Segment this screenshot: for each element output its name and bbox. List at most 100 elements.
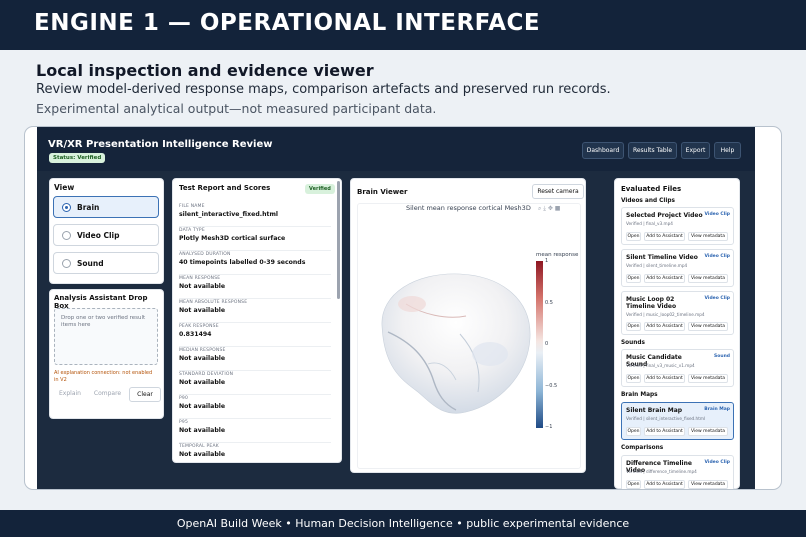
file-name: Silent Timeline Video: [626, 254, 698, 261]
add-to-assistant-button[interactable]: Add to Assistant: [644, 480, 685, 489]
colorbar-tick: −0.5: [545, 383, 558, 389]
file-card[interactable]: Silent Timeline Video Video Clip Verifie…: [621, 249, 734, 287]
response-hotspot: [398, 296, 426, 312]
metric-p95: P95 Not available: [179, 419, 331, 443]
add-to-assistant-button[interactable]: Add to Assistant: [644, 374, 685, 383]
view-option-sound[interactable]: Sound: [53, 252, 159, 274]
explain-button[interactable]: Explain: [54, 387, 86, 402]
assistant-drop-box: Analysis Assistant Drop Box Drop one or …: [49, 289, 164, 419]
metric-label: P90: [179, 396, 189, 401]
drop-zone[interactable]: Drop one or two verified result items he…: [54, 308, 158, 365]
compare-button[interactable]: Compare: [90, 387, 125, 402]
reset-camera-button[interactable]: Reset camera: [532, 184, 584, 199]
test-report-panel: Test Report and Scores Verified FILE NAM…: [172, 178, 342, 463]
view-option-video-clip[interactable]: Video Clip: [53, 224, 159, 246]
file-meta: Verified | final_v3_music_v1.mp4: [626, 363, 695, 368]
open-button[interactable]: Open: [626, 480, 641, 489]
view-option-brain[interactable]: Brain: [53, 196, 159, 218]
open-button[interactable]: Open: [626, 322, 641, 331]
file-meta: Verified | silent_timeline.mp4: [626, 263, 688, 268]
brain-viewer-panel: Brain Viewer Reset camera Silent mean re…: [350, 178, 586, 473]
view-metadata-button[interactable]: View metadata: [688, 374, 728, 383]
section-label: Brain Maps: [621, 392, 658, 398]
colorbar-tick: 1: [545, 258, 549, 264]
radio-icon: [62, 231, 71, 240]
view-metadata-button[interactable]: View metadata: [688, 480, 728, 489]
view-panel: View Brain Video Clip Sound: [49, 178, 164, 284]
view-metadata-button[interactable]: View metadata: [688, 427, 728, 436]
colorbar-tick: 0: [545, 341, 549, 347]
app-title: VR/XR Presentation Intelligence Review: [48, 139, 273, 150]
clear-button[interactable]: Clear: [129, 387, 161, 402]
metric-value: Not available: [179, 427, 226, 434]
file-meta: Verified | silent_interactive_fixed.html: [626, 416, 706, 421]
brain-plot[interactable]: Silent mean response cortical Mesh3D ⌕ ⤓…: [357, 203, 581, 469]
dashboard-button[interactable]: Dashboard: [582, 142, 624, 159]
plot-toolbar-icons[interactable]: ⌕ ⤓ ✥ ■: [538, 205, 560, 213]
open-button[interactable]: Open: [626, 232, 641, 241]
export-button[interactable]: Export: [681, 142, 710, 159]
radio-icon: [62, 259, 71, 268]
add-to-assistant-button[interactable]: Add to Assistant: [644, 274, 685, 283]
file-card[interactable]: Music Loop 02 Timeline Video Video Clip …: [621, 291, 734, 335]
view-metadata-button[interactable]: View metadata: [688, 322, 728, 331]
metric-value: silent_interactive_fixed.html: [179, 211, 279, 218]
metric-median-response: MEDIAN RESPONSE Not available: [179, 347, 331, 371]
intro-title: Local inspection and evidence viewer: [36, 61, 374, 80]
open-button[interactable]: Open: [626, 427, 641, 436]
open-button[interactable]: Open: [626, 374, 641, 383]
file-tag: Video Clip: [704, 212, 731, 217]
metric-label: FILE NAME: [179, 204, 205, 209]
add-to-assistant-button[interactable]: Add to Assistant: [644, 322, 685, 331]
metric-data-type: DATA TYPE Plotly Mesh3D cortical surface: [179, 227, 331, 251]
results-table-button[interactable]: Results Table: [628, 142, 677, 159]
file-tag: Video Clip: [704, 254, 731, 259]
footer: OpenAI Build Week • Human Decision Intel…: [0, 510, 806, 537]
cortical-mesh-render[interactable]: [370, 264, 540, 434]
file-tag: Video Clip: [704, 460, 731, 465]
drop-zone-placeholder: Drop one or two verified result items he…: [61, 315, 146, 328]
report-heading: Test Report and Scores: [179, 184, 271, 192]
intro-subtitle: Review model-derived response maps, comp…: [36, 82, 611, 97]
file-card[interactable]: Difference Timeline Video Video Clip Ver…: [621, 455, 734, 489]
metric-value: Not available: [179, 451, 226, 458]
help-button[interactable]: Help: [714, 142, 741, 159]
file-card[interactable]: Music Candidate Sound Sound Verified | f…: [621, 349, 734, 387]
metric-value: Not available: [179, 403, 226, 410]
metric-value: Not available: [179, 307, 226, 314]
metric-p90: P90 Not available: [179, 395, 331, 419]
colorbar: [536, 261, 543, 428]
file-meta: Verified | final_v3.mp4: [626, 221, 673, 226]
view-option-label: Sound: [77, 259, 104, 268]
app-header: VR/XR Presentation Intelligence Review S…: [37, 127, 755, 171]
file-card[interactable]: Selected Project Video Video Clip Verifi…: [621, 207, 734, 245]
section-label: Comparisons: [621, 445, 664, 451]
brain-viewer-heading: Brain Viewer: [357, 188, 408, 196]
verified-badge: Verified: [305, 184, 335, 194]
file-tag: Sound: [714, 354, 730, 359]
file-tag: Video Clip: [704, 296, 731, 301]
metric-mean-response: MEAN RESPONSE Not available: [179, 275, 331, 299]
colorbar-tick: −1: [545, 424, 553, 430]
metric-label: DATA TYPE: [179, 228, 205, 233]
add-to-assistant-button[interactable]: Add to Assistant: [644, 232, 685, 241]
metric-analysed-duration: ANALYSED DURATION 40 timepoints labelled…: [179, 251, 331, 275]
metric-file-name: FILE NAME silent_interactive_fixed.html: [179, 203, 331, 227]
response-hotspot: [472, 342, 508, 366]
top-banner: ENGINE 1 — OPERATIONAL INTERFACE: [0, 0, 806, 50]
metric-value: 0.831494: [179, 331, 212, 338]
banner-title: ENGINE 1 — OPERATIONAL INTERFACE: [34, 10, 541, 36]
metric-label: STANDARD DEVIATION: [179, 372, 234, 377]
metric-label: PEAK RESPONSE: [179, 324, 219, 329]
view-metadata-button[interactable]: View metadata: [688, 232, 728, 241]
report-scrollbar[interactable]: [337, 181, 340, 299]
open-button[interactable]: Open: [626, 274, 641, 283]
add-to-assistant-button[interactable]: Add to Assistant: [644, 427, 685, 436]
metric-value: Not available: [179, 283, 226, 290]
plot-title: Silent mean response cortical Mesh3D: [406, 204, 531, 212]
file-card-selected[interactable]: Silent Brain Map Brain Map Verified | si…: [621, 402, 734, 440]
metric-label: P95: [179, 420, 189, 425]
metric-peak-response: PEAK RESPONSE 0.831494: [179, 323, 331, 347]
intro-note: Experimental analytical output—not measu…: [36, 101, 437, 116]
view-metadata-button[interactable]: View metadata: [688, 274, 728, 283]
